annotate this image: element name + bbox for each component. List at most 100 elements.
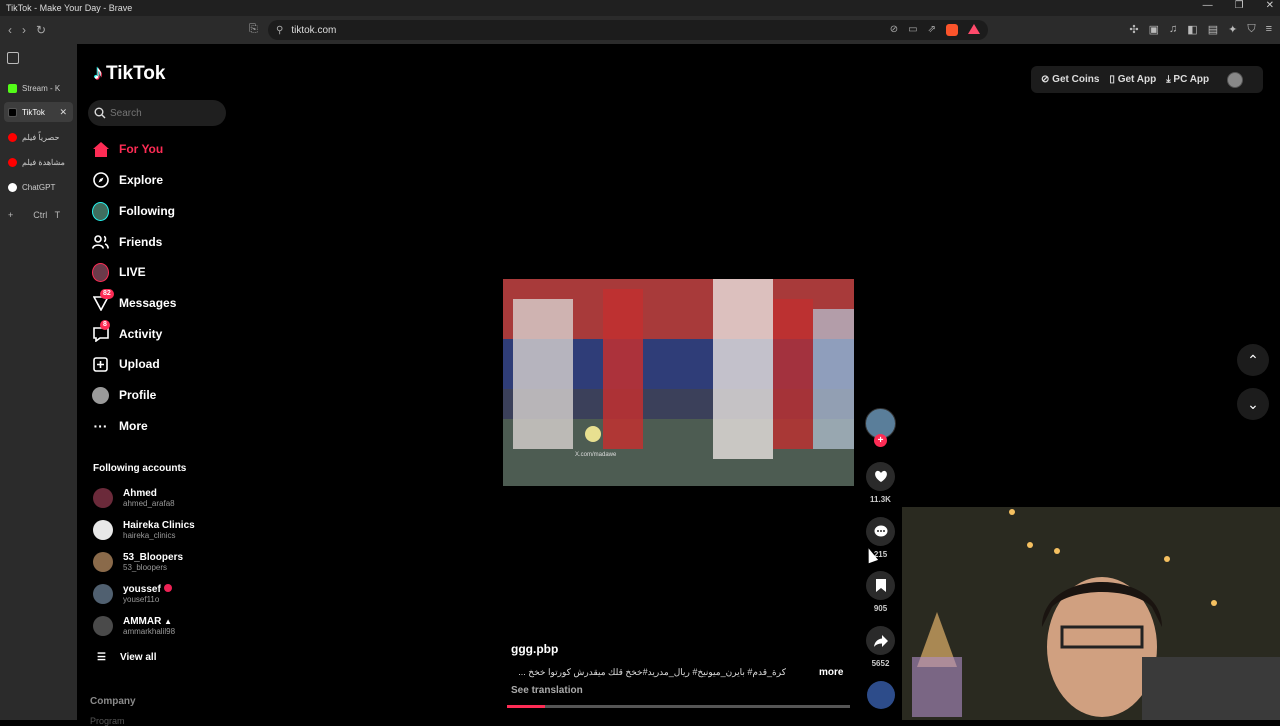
tab-film-1[interactable]: حصرياً فيلم xyxy=(4,127,73,147)
search-icon xyxy=(94,107,106,119)
video-frame: X.com/madawe xyxy=(503,279,854,486)
restore-icon[interactable]: ❐ xyxy=(1235,0,1244,11)
list-icon: ☰ xyxy=(97,652,106,663)
tabs-sidebar-toggle-icon[interactable] xyxy=(7,52,19,64)
kick-favicon-icon xyxy=(8,83,17,93)
activity-badge: 8 xyxy=(100,319,110,330)
chevron-up-icon: ⌃ xyxy=(1247,351,1259,368)
urlbar-icons: ⊘ ▭ ⇗ xyxy=(890,24,980,36)
upload-icon xyxy=(92,356,109,373)
window-title: TikTok - Make Your Day - Brave xyxy=(6,3,133,13)
forward-icon[interactable]: › xyxy=(22,23,26,37)
music-disc-icon[interactable] xyxy=(867,681,895,709)
top-actions: ⊘ Get Coins ▯ Get App ⤓ PC App xyxy=(1031,66,1263,93)
reload-icon[interactable]: ↻ xyxy=(36,23,46,37)
close-tab-icon[interactable]: ✕ xyxy=(59,107,67,118)
nav-more[interactable]: ··· More xyxy=(92,414,148,438)
progress-fill xyxy=(507,705,545,708)
cast-icon[interactable]: ▭ xyxy=(908,24,917,36)
follow-plus-icon[interactable]: + xyxy=(874,434,887,447)
avatar xyxy=(93,488,113,508)
previous-video-button[interactable]: ⌃ xyxy=(1237,344,1269,376)
account-item[interactable]: Ahmed ahmed_arafa8 xyxy=(93,484,233,512)
screenshot-icon[interactable]: ▣ xyxy=(1149,23,1159,36)
tiktok-favicon-icon xyxy=(8,107,17,117)
account-item[interactable]: youssef yousef11o xyxy=(93,580,233,608)
see-translation-link[interactable]: See translation xyxy=(511,685,583,696)
minimize-icon[interactable]: — xyxy=(1203,0,1213,11)
search-input[interactable] xyxy=(110,107,220,119)
comment-icon[interactable] xyxy=(866,517,895,546)
account-item[interactable]: 53_Bloopers 53_bloopers xyxy=(93,548,233,576)
nav-friends[interactable]: Friends xyxy=(92,230,162,254)
menu-icon[interactable]: ≡ xyxy=(1266,23,1272,36)
view-all-button[interactable]: ☰ View all xyxy=(97,652,156,663)
friends-icon xyxy=(92,234,109,251)
tiktok-note-icon: ♪ xyxy=(93,62,103,84)
tab-tiktok[interactable]: TikTok ✕ xyxy=(4,102,73,122)
share-icon[interactable]: ⇗ xyxy=(928,24,936,36)
get-app-button[interactable]: ▯ Get App xyxy=(1109,74,1156,85)
chevron-down-icon: ⌄ xyxy=(1247,395,1259,412)
bookmark-icon[interactable]: ⎘ xyxy=(249,23,258,36)
get-coins-button[interactable]: ⊘ Get Coins xyxy=(1041,74,1099,85)
new-tab-button[interactable]: + Ctrl T xyxy=(8,210,68,220)
share-count: 5652 xyxy=(871,659,890,668)
account-item[interactable]: AMMAR ▲ ammarkhalil98 xyxy=(93,612,233,640)
tab-chatgpt[interactable]: ChatGPT xyxy=(4,177,73,197)
close-window-icon[interactable]: ✕ xyxy=(1266,0,1274,11)
toolbar-right-icons: ✣ ▣ ♫ ◧ ▤ ✦ ⛉ ≡ xyxy=(1129,23,1272,36)
live-icon xyxy=(92,262,109,282)
tiktok-logo[interactable]: ♪ TikTok xyxy=(93,62,165,85)
address-bar[interactable]: ⚲ tiktok.com ⊘ ▭ ⇗ xyxy=(268,20,988,40)
nav-for-you[interactable]: For You xyxy=(92,137,163,161)
caption-more-button[interactable]: more xyxy=(819,667,843,678)
wallet-icon[interactable]: ▤ xyxy=(1208,23,1218,36)
brave-shields-icon[interactable] xyxy=(946,24,958,36)
nav-explore[interactable]: Explore xyxy=(92,168,163,192)
no-tracking-icon[interactable]: ⊘ xyxy=(890,24,898,36)
leo-ai-icon[interactable]: ✦ xyxy=(1228,23,1237,36)
url-text[interactable]: tiktok.com xyxy=(291,25,336,36)
avatar xyxy=(93,552,113,572)
save-action[interactable]: 905 xyxy=(866,571,895,613)
webcam-overlay xyxy=(902,507,1280,720)
user-avatar[interactable] xyxy=(1227,71,1244,88)
company-link[interactable]: Company xyxy=(90,696,136,707)
brave-rewards-icon[interactable] xyxy=(968,24,980,34)
back-icon[interactable]: ‹ xyxy=(8,23,12,37)
window-titlebar: TikTok - Make Your Day - Brave — ❐ ✕ xyxy=(0,0,1280,16)
video-player[interactable]: X.com/madawe xyxy=(503,279,854,486)
nav-upload[interactable]: Upload xyxy=(92,352,160,376)
heart-icon[interactable] xyxy=(866,462,895,491)
more-dots-icon: ··· xyxy=(93,418,108,434)
sidebar-toggle-icon[interactable]: ◧ xyxy=(1187,23,1197,36)
browser-toolbar: ‹ › ↻ ⎘ ⚲ tiktok.com ⊘ ▭ ⇗ ✣ ▣ ♫ ◧ ▤ ✦ ⛉… xyxy=(0,16,1280,44)
nav-following[interactable]: Following xyxy=(92,199,175,223)
video-caption: كرة_قدم# بايرن_ميونيخ# ريال_مدريد#خخخ قل… xyxy=(518,667,786,677)
nav-activity[interactable]: 8 Activity xyxy=(92,319,162,346)
site-info-icon[interactable]: ⚲ xyxy=(276,25,283,36)
tab-stream[interactable]: Stream - K xyxy=(4,78,73,98)
account-item[interactable]: Haireka Clinics haireka_clinics xyxy=(93,516,233,544)
nav-messages[interactable]: 82 Messages xyxy=(92,288,176,315)
like-action[interactable]: 11.3K xyxy=(866,462,895,504)
tab-film-2[interactable]: مشاهدة فيلم xyxy=(4,152,73,172)
save-count: 905 xyxy=(873,604,888,613)
share-action[interactable]: 5652 xyxy=(866,626,895,668)
search-box[interactable] xyxy=(88,100,226,126)
media-icon[interactable]: ♫ xyxy=(1169,23,1177,36)
pc-app-button[interactable]: ⤓ PC App xyxy=(1166,74,1209,85)
messages-icon: 82 xyxy=(92,288,114,312)
vertical-tabs: Stream - K TikTok ✕ حصرياً فيلم مشاهدة ف… xyxy=(0,44,77,720)
video-author[interactable]: ggg.pbp xyxy=(511,642,558,656)
extensions-icon[interactable]: ✣ xyxy=(1129,23,1138,36)
video-progress-bar[interactable] xyxy=(507,705,850,708)
bookmark-icon[interactable] xyxy=(866,571,895,600)
nav-profile[interactable]: Profile xyxy=(92,383,156,407)
vpn-icon[interactable]: ⛉ xyxy=(1247,23,1255,36)
share-arrow-icon[interactable] xyxy=(866,626,895,655)
program-link[interactable]: Program xyxy=(90,716,125,726)
nav-live[interactable]: LIVE xyxy=(92,260,146,284)
next-video-button[interactable]: ⌄ xyxy=(1237,388,1269,420)
